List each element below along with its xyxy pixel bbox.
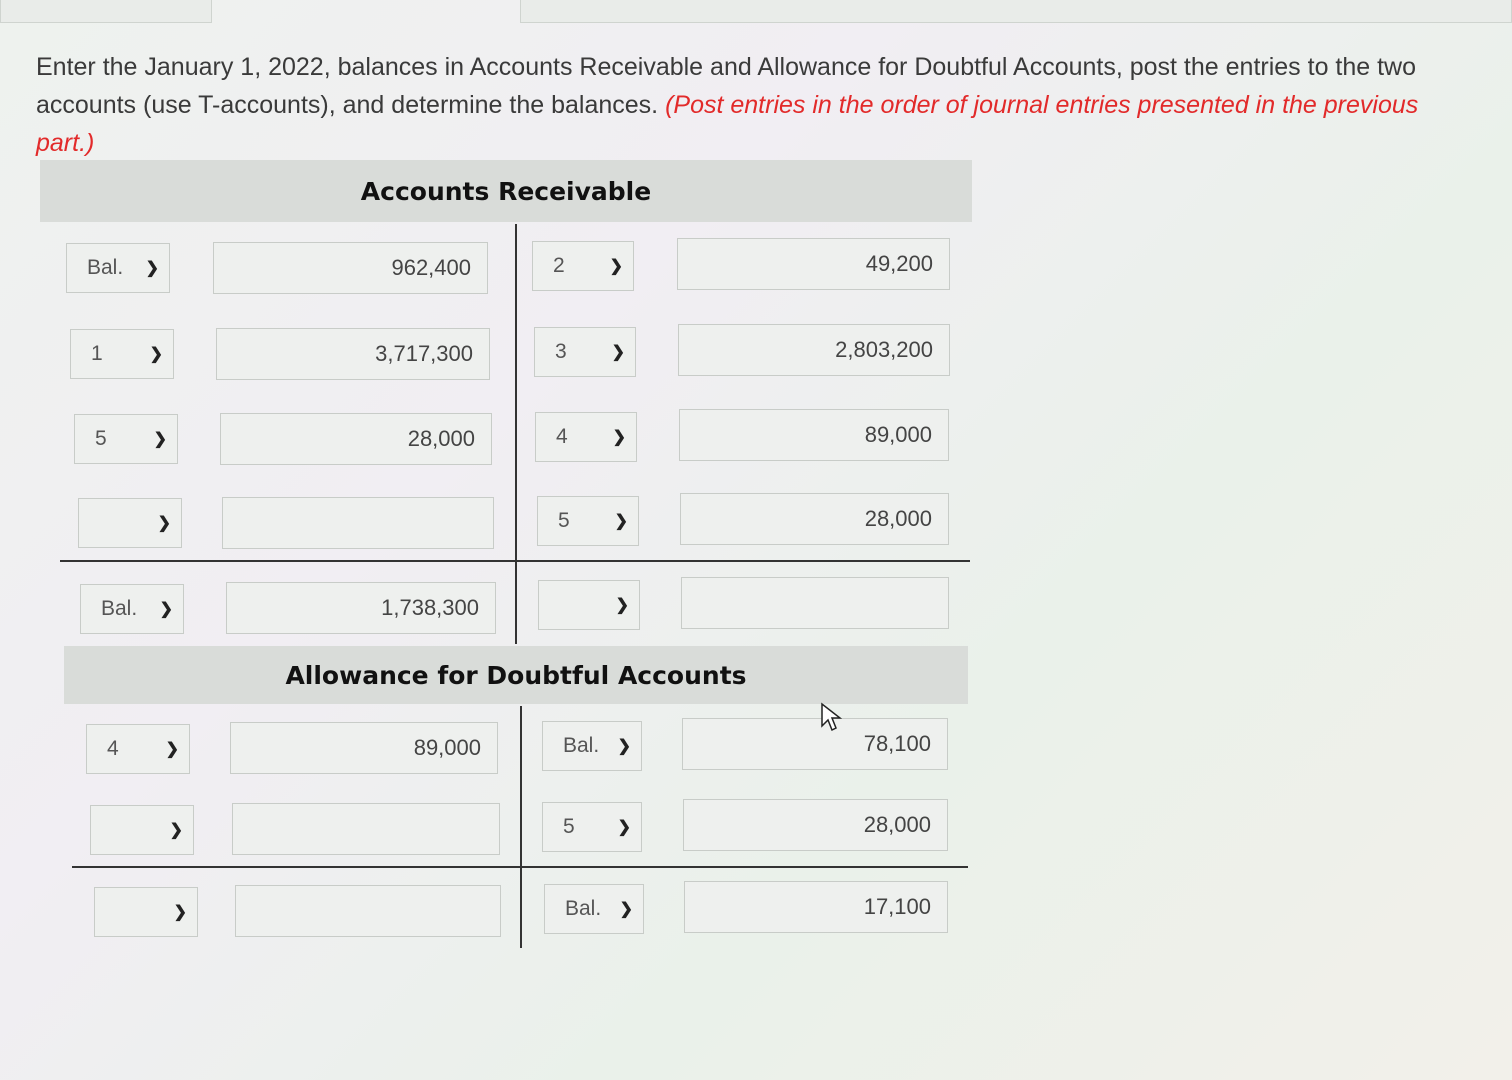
instructions: Enter the January 1, 2022, balances in A… xyxy=(36,48,1456,162)
ar-credit-select-3[interactable]: 4 ❯ xyxy=(535,412,637,462)
ar-header: Accounts Receivable xyxy=(40,160,972,222)
allowance-debit-select-1[interactable]: 4 ❯ xyxy=(86,724,190,774)
allowance-credit-select-1[interactable]: Bal. ❯ xyxy=(542,721,642,771)
ar-title: Accounts Receivable xyxy=(360,176,652,206)
ar-debit-select-4[interactable]: ❯ xyxy=(78,498,182,548)
ar-balance-credit-amount[interactable] xyxy=(681,577,949,629)
ar-debit-select-1[interactable]: Bal. ❯ xyxy=(66,243,170,293)
allowance-balance-debit-amount[interactable] xyxy=(235,885,501,937)
allowance-debit-amount-2[interactable] xyxy=(232,803,500,855)
ar-balance-debit-select[interactable]: Bal. ❯ xyxy=(80,584,184,634)
allowance-header: Allowance for Doubtful Accounts xyxy=(64,646,968,704)
ar-debit-amount-1[interactable]: 962,400 xyxy=(213,242,488,294)
ar-debit-amount-4[interactable] xyxy=(222,497,494,549)
allowance-balance-credit-amount[interactable]: 17,100 xyxy=(684,881,948,933)
chevron-down-icon: ❯ xyxy=(145,260,159,277)
allowance-title: Allowance for Doubtful Accounts xyxy=(285,660,747,690)
chevron-down-icon: ❯ xyxy=(615,597,629,614)
chevron-down-icon: ❯ xyxy=(149,346,163,363)
chevron-down-icon: ❯ xyxy=(617,819,631,836)
allowance-balance-debit-select[interactable]: ❯ xyxy=(94,887,198,937)
ar-debit-select-2[interactable]: 1 ❯ xyxy=(70,329,174,379)
chevron-down-icon: ❯ xyxy=(169,822,183,839)
chevron-down-icon: ❯ xyxy=(617,738,631,755)
mouse-pointer-icon xyxy=(821,702,842,732)
ar-debit-select-3[interactable]: 5 ❯ xyxy=(74,414,178,464)
ar-debit-amount-3[interactable]: 28,000 xyxy=(220,413,492,465)
ar-credit-amount-1[interactable]: 49,200 xyxy=(677,238,950,290)
allowance-debit-amount-1[interactable]: 89,000 xyxy=(230,722,498,774)
ar-credit-amount-3[interactable]: 89,000 xyxy=(679,409,949,461)
chevron-down-icon: ❯ xyxy=(609,258,623,275)
allowance-credit-select-2[interactable]: 5 ❯ xyxy=(542,802,642,852)
ar-t-total-line xyxy=(60,560,970,562)
allowance-credit-amount-2[interactable]: 28,000 xyxy=(683,799,948,851)
chevron-down-icon: ❯ xyxy=(153,431,167,448)
chevron-down-icon: ❯ xyxy=(173,904,187,921)
ar-credit-amount-2[interactable]: 2,803,200 xyxy=(678,324,950,376)
allowance-balance-credit-select[interactable]: Bal. ❯ xyxy=(544,884,644,934)
chevron-down-icon: ❯ xyxy=(614,513,628,530)
ar-balance-debit-amount[interactable]: 1,738,300 xyxy=(226,582,496,634)
ar-credit-amount-4[interactable]: 28,000 xyxy=(680,493,949,545)
ar-debit-amount-2[interactable]: 3,717,300 xyxy=(216,328,490,380)
top-field-stub-left xyxy=(0,0,212,23)
ar-credit-select-2[interactable]: 3 ❯ xyxy=(534,327,636,377)
chevron-down-icon: ❯ xyxy=(159,601,173,618)
allowance-credit-amount-1[interactable]: 78,100 xyxy=(682,718,948,770)
allowance-debit-select-2[interactable]: ❯ xyxy=(90,805,194,855)
chevron-down-icon: ❯ xyxy=(612,429,626,446)
allowance-t-total-line xyxy=(72,866,968,868)
chevron-down-icon: ❯ xyxy=(611,344,625,361)
ar-credit-select-4[interactable]: 5 ❯ xyxy=(537,496,639,546)
chevron-down-icon: ❯ xyxy=(165,741,179,758)
ar-balance-credit-select[interactable]: ❯ xyxy=(538,580,640,630)
chevron-down-icon: ❯ xyxy=(619,901,633,918)
ar-t-vertical-line xyxy=(515,224,517,644)
chevron-down-icon: ❯ xyxy=(157,515,171,532)
ar-credit-select-1[interactable]: 2 ❯ xyxy=(532,241,634,291)
allowance-t-vertical-line xyxy=(520,706,522,948)
top-field-stub-right xyxy=(520,0,1512,23)
